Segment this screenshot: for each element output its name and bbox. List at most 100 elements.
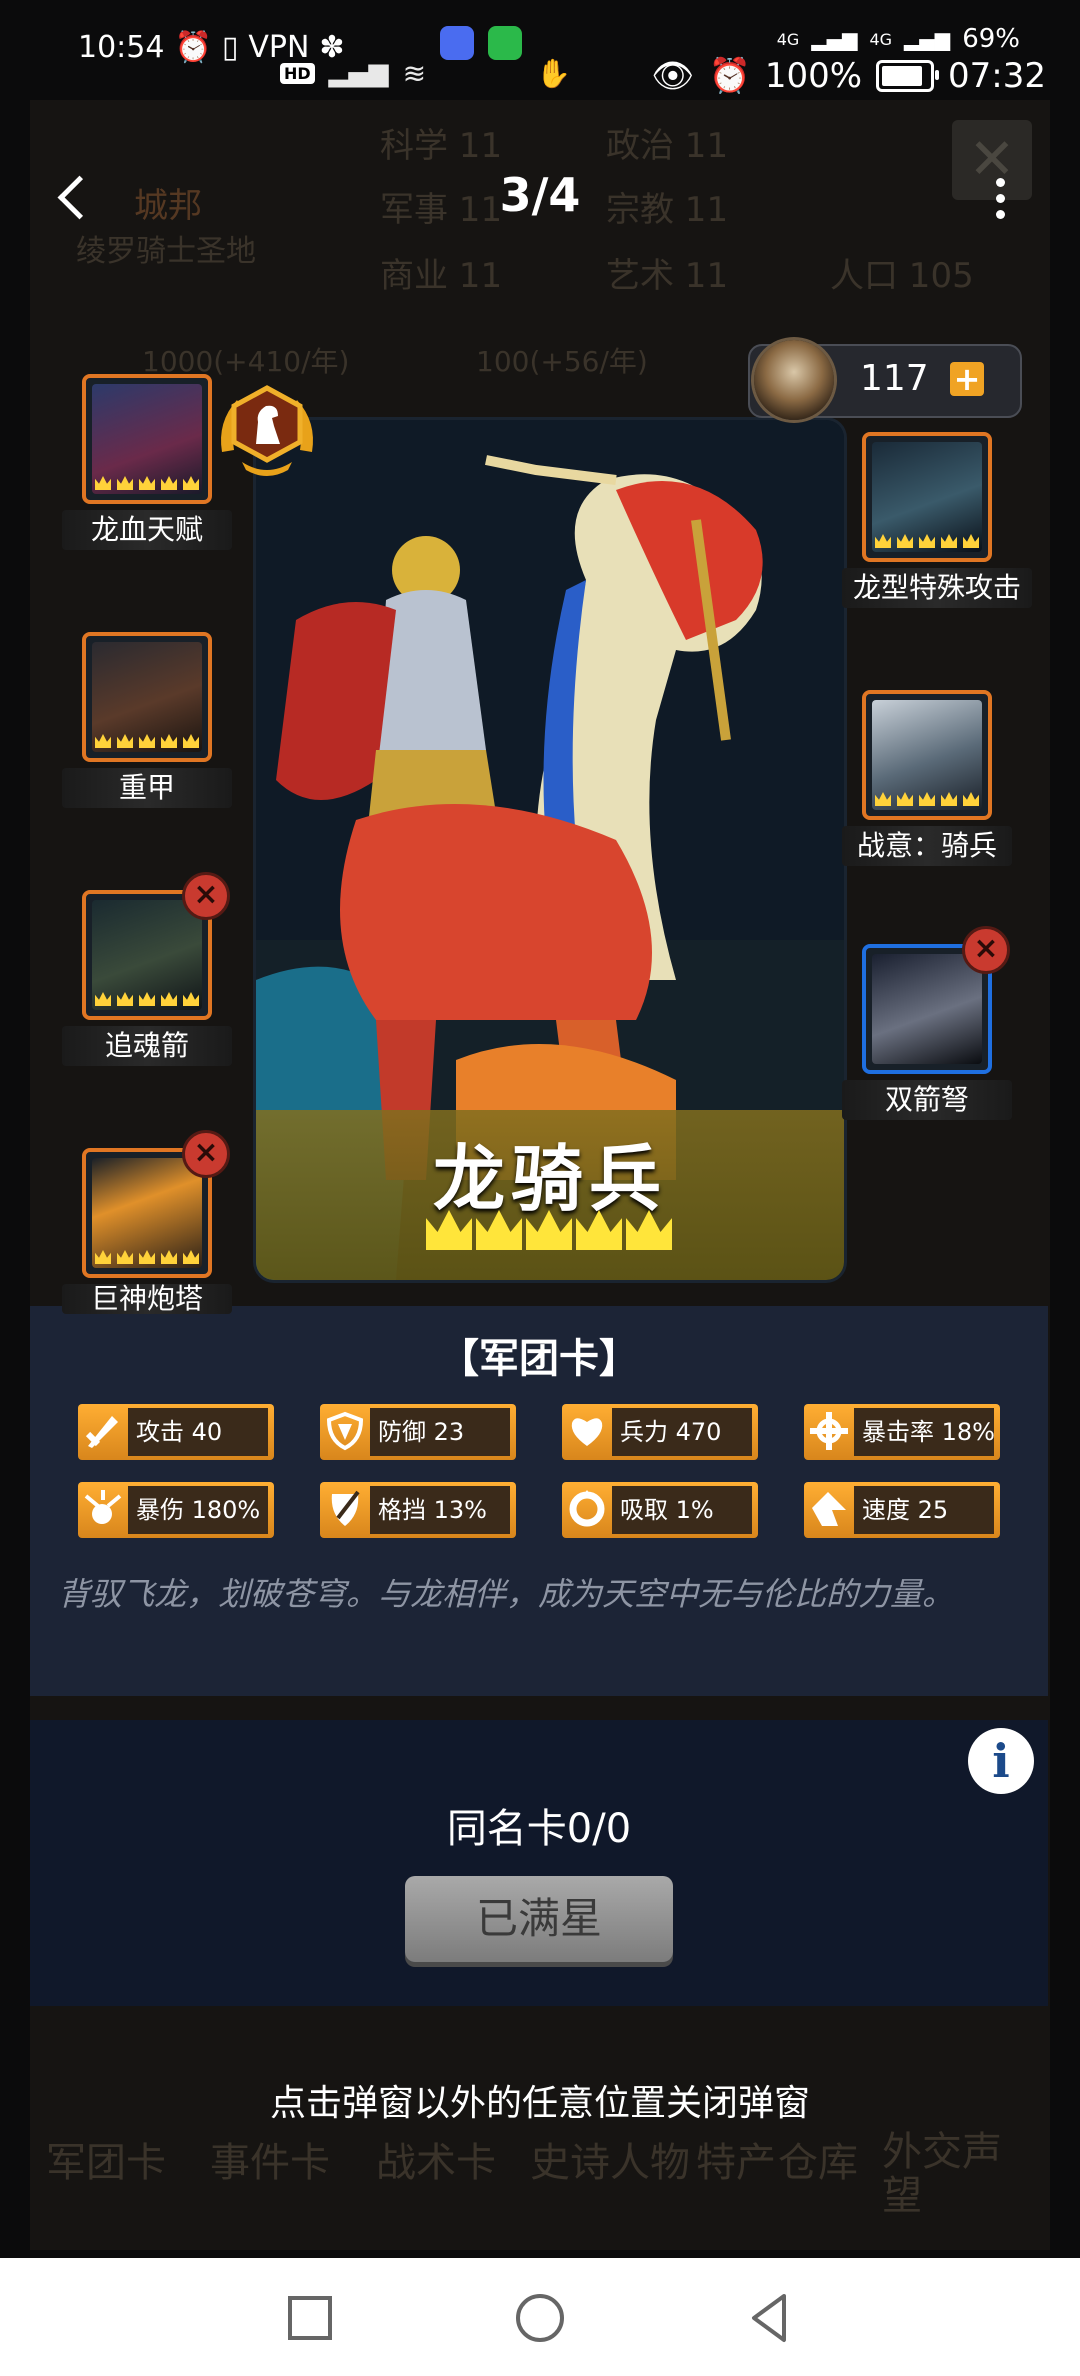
stat-crit-rate-label: 暴击率 18% xyxy=(854,1408,995,1456)
skill-battle-will-cavalry[interactable]: 战意：骑兵 xyxy=(842,690,1012,866)
currency-pill: 117 + xyxy=(748,340,1022,420)
hd-badge: HD xyxy=(280,62,315,84)
net-4g-1: 4G xyxy=(776,29,800,49)
info-icon[interactable]: i xyxy=(968,1728,1034,1794)
skill-frame xyxy=(82,374,212,504)
bg-resource-2: 100(+56/年) xyxy=(476,345,648,378)
skill-label: 龙血天赋 xyxy=(62,510,232,550)
remove-skill-close-icon[interactable]: × xyxy=(182,1130,230,1178)
bg-tab-specialty: 特产 xyxy=(696,2140,776,2186)
stat-troops: 兵力 470 xyxy=(562,1404,758,1460)
recent-apps-button[interactable] xyxy=(280,2288,340,2348)
back-button[interactable] xyxy=(46,168,106,228)
stat-crit-damage-label: 暴伤 180% xyxy=(128,1486,268,1534)
status-bar: 10:54 ⏰ ▯ VPN ✽ HD ▂▄▆ ≋ ✋ 4G ▂▄▆ 4G ▂▄▆… xyxy=(0,0,1080,100)
alarm-icon-2: ⏰ xyxy=(708,56,751,96)
stat-block-label: 格挡 13% xyxy=(370,1486,510,1534)
crown-star-icon xyxy=(576,1210,622,1250)
hand-icon: ✋ xyxy=(536,56,572,90)
skill-titan-turret[interactable]: × 巨神炮塔 xyxy=(62,1130,232,1314)
crit-damage-icon xyxy=(84,1490,122,1524)
bg-tab-event: 事件卡 xyxy=(210,2140,330,2186)
crown-star-icon xyxy=(476,1210,522,1250)
skill-label: 追魂箭 xyxy=(62,1026,232,1066)
bg-tab-epic: 史诗人物 xyxy=(530,2140,690,2186)
battery-pct-1: 69% xyxy=(962,24,1020,54)
bg-stat-religion: 宗教 11 xyxy=(606,190,729,230)
duplicate-count: 同名卡0/0 xyxy=(446,1806,632,1852)
vibrate-icon: ▯ xyxy=(221,30,239,65)
more-options-button[interactable] xyxy=(980,168,1020,228)
bg-stat-population: 人口 105 xyxy=(830,256,974,296)
lifesteal-icon xyxy=(569,1490,605,1527)
crown-star-icon xyxy=(426,1210,472,1250)
skill-label: 战意：骑兵 xyxy=(842,826,1012,866)
back-nav-button[interactable] xyxy=(740,2288,800,2348)
skill-double-crossbow[interactable]: × 双箭弩 xyxy=(842,926,1012,1120)
stat-speed-label: 速度 25 xyxy=(854,1486,994,1534)
heart-icon xyxy=(571,1418,603,1446)
skill-soul-arrow[interactable]: × 追魂箭 xyxy=(62,872,232,1066)
sword-icon xyxy=(85,1416,118,1448)
stat-defense: 防御 23 xyxy=(320,1404,516,1460)
app-icon-blue xyxy=(440,26,475,60)
skill-dragon-blood[interactable]: 龙血天赋 xyxy=(62,374,232,550)
card-description: 背驭飞龙，划破苍穹。与龙相伴，成为天空中无与伦比的力量。 xyxy=(58,1575,955,1613)
block-icon xyxy=(331,1490,360,1526)
card-art: 龙骑兵 xyxy=(256,420,844,1280)
skill-label: 龙型特殊攻击 xyxy=(842,568,1032,608)
speed-icon xyxy=(812,1492,846,1526)
remove-skill-close-icon[interactable]: × xyxy=(962,926,1010,974)
stat-lifesteal: 吸取 1% xyxy=(562,1482,758,1538)
max-star-button[interactable]: 已满星 xyxy=(405,1876,673,1962)
crown-star-icon xyxy=(626,1210,672,1250)
page-counter: 3/4 xyxy=(499,168,581,222)
signal-icon: ▂▄▆ xyxy=(328,58,389,88)
bg-city-badge: 城邦 xyxy=(134,186,202,226)
shield-icon xyxy=(326,1411,364,1451)
wifi-icon: ≋ xyxy=(402,56,427,90)
eye-icon: 👁 xyxy=(651,56,695,96)
skill-heavy-armor[interactable]: 重甲 xyxy=(62,632,232,808)
bg-tab-storage: 仓库 xyxy=(778,2140,858,2186)
bg-stat-commerce: 商业 11 xyxy=(380,256,503,296)
skill-art-crossbow-icon xyxy=(872,954,982,1064)
stat-defense-label: 防御 23 xyxy=(370,1408,510,1456)
wechat-icon xyxy=(488,26,523,60)
skill-label: 重甲 xyxy=(62,768,232,808)
crown-star-icon xyxy=(526,1210,572,1250)
bg-tab-legion: 军团卡 xyxy=(46,2140,166,2186)
signal-icon-3: ▂▄▆ xyxy=(904,27,951,51)
skill-label: 巨神炮塔 xyxy=(62,1284,232,1314)
bg-tab-tactic: 战术卡 xyxy=(376,2140,496,2186)
bg-stat-art: 艺术 11 xyxy=(606,256,729,296)
skill-frame xyxy=(82,632,212,762)
duplicate-card-panel: i 同名卡0/0 已满星 xyxy=(30,1720,1048,2006)
crit-rate-icon xyxy=(810,1412,848,1450)
eagle-emblem-icon xyxy=(754,340,834,420)
card-info-panel: 【军团卡】 攻击 40 防御 23 兵力 470 暴击率 18% 暴伤 180%… xyxy=(30,1306,1048,1696)
stat-crit-rate: 暴击率 18% xyxy=(804,1404,1000,1460)
bg-city-name: 绫罗骑士圣地 xyxy=(76,234,256,269)
bg-stat-science: 科学 11 xyxy=(380,126,503,166)
currency-value: 117 xyxy=(860,358,929,399)
add-currency-button[interactable]: + xyxy=(950,362,984,396)
alarm-icon: ⏰ xyxy=(174,30,212,65)
battery-icon xyxy=(876,60,940,92)
stat-lifesteal-label: 吸取 1% xyxy=(612,1486,752,1534)
stat-speed: 速度 25 xyxy=(804,1482,1000,1538)
card-star-row xyxy=(426,1210,674,1262)
knight-rank-badge-icon xyxy=(221,385,313,476)
crown-row xyxy=(92,734,202,754)
stat-troops-label: 兵力 470 xyxy=(612,1408,752,1456)
stat-attack-label: 攻击 40 xyxy=(128,1408,268,1456)
skill-dragon-special-attack[interactable]: 龙型特殊攻击 xyxy=(842,432,1032,608)
system-nav-bar xyxy=(0,2258,1080,2376)
battery-pct-2: 100% xyxy=(764,56,863,96)
skill-frame xyxy=(862,432,992,562)
crown-row xyxy=(872,792,982,812)
remove-skill-close-icon[interactable]: × xyxy=(182,872,230,920)
status-time-right: 07:32 xyxy=(948,56,1046,96)
crown-row xyxy=(92,1250,202,1270)
home-button[interactable] xyxy=(510,2288,570,2348)
